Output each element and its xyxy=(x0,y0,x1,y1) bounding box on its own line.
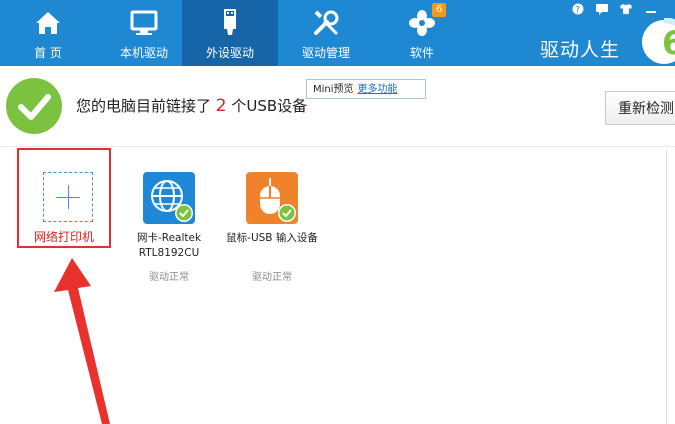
annotation-arrow xyxy=(54,258,110,424)
